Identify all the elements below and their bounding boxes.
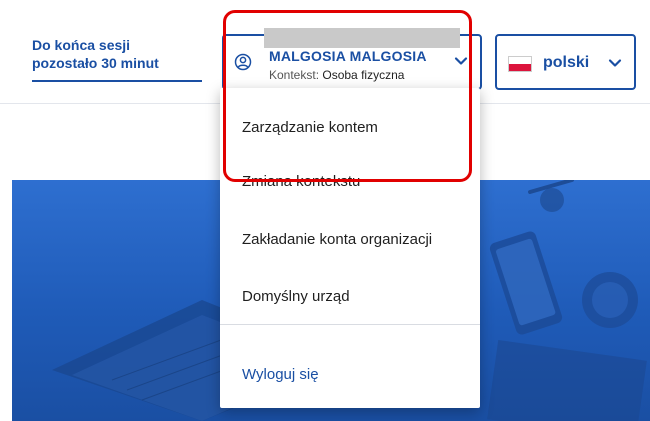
session-timer: Do końca sesji pozostało 30 minut xyxy=(32,36,202,72)
chevron-down-icon xyxy=(608,59,622,67)
session-underline xyxy=(32,80,202,82)
poland-flag-icon xyxy=(508,56,532,72)
menu-item-create-organization-account[interactable]: Zakładanie konta organizacji xyxy=(220,215,480,265)
menu-item-default-office[interactable]: Domyślny urząd xyxy=(220,272,480,322)
page: Do końca sesji pozostało 30 minut MALGOS… xyxy=(0,0,650,421)
session-timer-line-1: Do końca sesji xyxy=(32,37,131,53)
menu-divider xyxy=(220,324,480,325)
session-timer-line-2: pozostało 30 minut xyxy=(32,55,159,71)
logout-link[interactable]: Wyloguj się xyxy=(220,350,480,400)
language-label: polski xyxy=(543,54,590,71)
highlight-annotation xyxy=(223,10,472,182)
language-select-button[interactable]: polski xyxy=(495,34,636,90)
